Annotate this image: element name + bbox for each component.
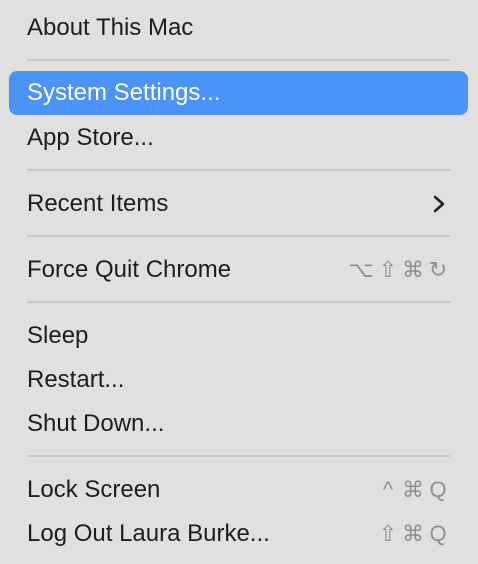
command-key-icon: ⌘ — [402, 257, 424, 282]
keyboard-shortcut: ⌥ ⇧ ⌘ ↻ — [349, 259, 448, 281]
menu-item-label: Recent Items — [27, 190, 169, 217]
menu-item-label: About This Mac — [27, 14, 194, 41]
menu-item-recent-items[interactable]: Recent Items — [9, 182, 468, 226]
menu-item-label: Lock Screen — [27, 476, 161, 503]
keyboard-shortcut: ^ ⌘ Q — [378, 479, 448, 501]
menu-item-app-store[interactable]: App Store... — [9, 116, 468, 160]
menu-item-restart[interactable]: Restart... — [9, 358, 468, 402]
menu-item-label: System Settings... — [27, 79, 221, 106]
menu-item-label: Sleep — [27, 322, 89, 349]
menu-divider — [27, 235, 450, 237]
menu-item-about-this-mac[interactable]: About This Mac — [9, 6, 468, 50]
menu-item-sleep[interactable]: Sleep — [9, 314, 468, 358]
menu-item-system-settings[interactable]: System Settings... — [9, 71, 468, 115]
menu-divider — [27, 301, 450, 303]
menu-divider — [27, 59, 450, 61]
option-key-icon: ⌥ — [348, 257, 374, 282]
q-key: Q — [429, 477, 447, 502]
menu-item-force-quit[interactable]: Force Quit Chrome ⌥ ⇧ ⌘ ↻ — [9, 248, 468, 292]
menu-item-label: App Store... — [27, 124, 154, 151]
menu-item-lock-screen[interactable]: Lock Screen ^ ⌘ Q — [9, 468, 468, 512]
apple-menu: About This Mac System Settings... App St… — [0, 0, 478, 564]
shift-key-icon: ⇧ — [378, 521, 398, 546]
menu-item-label: Restart... — [27, 366, 125, 393]
menu-item-shut-down[interactable]: Shut Down... — [9, 402, 468, 446]
menu-item-label: Shut Down... — [27, 410, 165, 437]
menu-item-log-out[interactable]: Log Out Laura Burke... ⇧ ⌘ Q — [9, 512, 468, 556]
shift-key-icon: ⇧ — [378, 257, 398, 282]
keyboard-shortcut: ⇧ ⌘ Q — [378, 523, 448, 545]
command-key-icon: ⌘ — [402, 477, 424, 502]
q-key: Q — [429, 521, 447, 546]
chevron-right-icon — [433, 195, 445, 213]
control-key-icon: ^ — [382, 477, 394, 502]
menu-divider — [27, 169, 450, 171]
menu-divider — [27, 455, 450, 457]
menu-item-label: Force Quit Chrome — [27, 256, 232, 283]
menu-item-label: Log Out Laura Burke... — [27, 520, 270, 547]
escape-key-icon: ↻ — [428, 257, 448, 282]
command-key-icon: ⌘ — [402, 521, 424, 546]
